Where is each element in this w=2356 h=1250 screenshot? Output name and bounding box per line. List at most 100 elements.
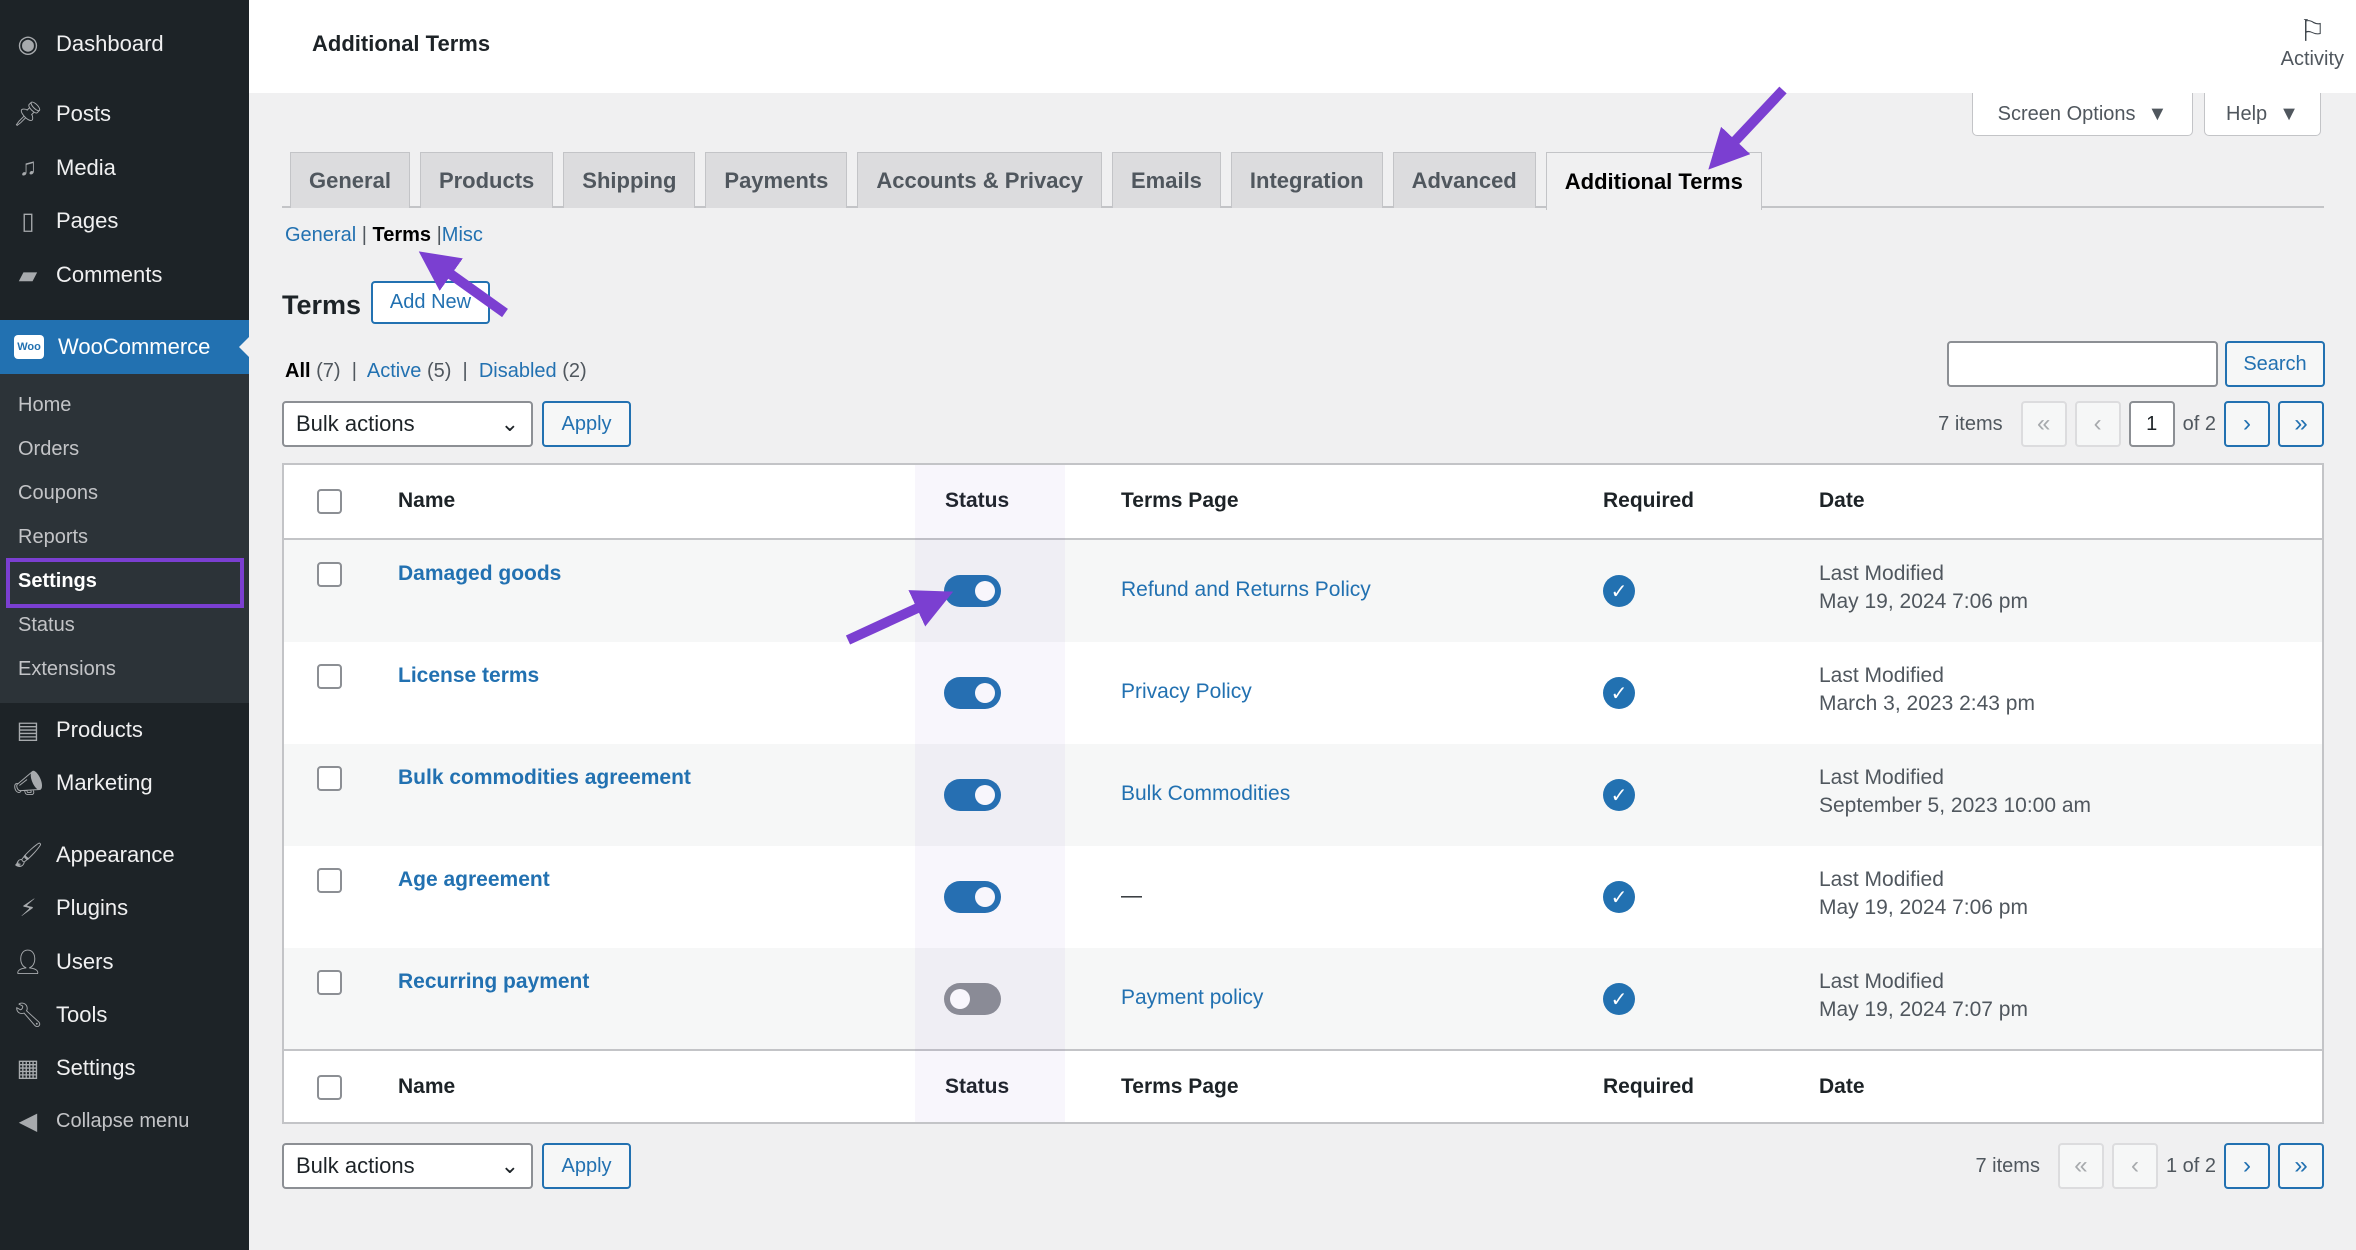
menu-settings[interactable]: ▦ Settings — [0, 1044, 249, 1092]
col-name[interactable]: Name — [398, 1075, 455, 1099]
screen-options-button[interactable]: Screen Options ▼ — [1972, 93, 2193, 136]
menu-pages[interactable]: ▯ Pages — [0, 197, 249, 245]
table-row: Bulk commodities agreement Bulk Commodit… — [284, 744, 2322, 846]
date-label: Last Modified — [1819, 664, 1944, 687]
submenu-extensions[interactable]: Extensions — [18, 658, 116, 681]
menu-tools[interactable]: 🔧︎ Tools — [0, 991, 249, 1039]
term-name-link[interactable]: Damaged goods — [398, 562, 561, 586]
brush-icon: 🖌︎ — [12, 841, 44, 869]
subtab-misc[interactable]: Misc — [442, 224, 483, 246]
tab-products[interactable]: Products — [419, 152, 554, 208]
required-check-icon: ✓ — [1603, 779, 1635, 811]
subtab-general[interactable]: General — [285, 224, 356, 246]
menu-dashboard[interactable]: ◉ Dashboard — [0, 20, 249, 68]
tab-payments[interactable]: Payments — [705, 152, 848, 208]
tab-advanced[interactable]: Advanced — [1392, 152, 1536, 208]
filter-all[interactable]: All — [285, 360, 311, 382]
menu-label: WooCommerce — [58, 334, 211, 359]
items-count: 7 items — [1938, 412, 2003, 435]
current-page-input[interactable]: 1 — [2128, 401, 2175, 447]
pages-icon: ▯ — [21, 207, 35, 235]
menu-users[interactable]: 👤︎ Users — [0, 938, 249, 986]
bulk-actions-select-bottom[interactable]: Bulk actions ⌄ — [282, 1143, 533, 1189]
term-name-link[interactable]: Bulk commodities agreement — [398, 766, 691, 790]
row-checkbox[interactable] — [317, 562, 342, 587]
items-count: 7 items — [1975, 1154, 2040, 1177]
term-name-link[interactable]: Recurring payment — [398, 970, 589, 994]
menu-posts[interactable]: 📌︎ Posts — [0, 90, 249, 138]
collapse-menu[interactable]: ◀ Collapse menu — [0, 1097, 249, 1145]
menu-comments[interactable]: ▰ Comments — [0, 251, 249, 299]
date-label: Last Modified — [1819, 868, 1944, 891]
term-name-link[interactable]: License terms — [398, 664, 539, 688]
submenu-status[interactable]: Status — [18, 614, 75, 637]
add-new-button[interactable]: Add New — [371, 281, 490, 324]
menu-products[interactable]: ▤ Products — [0, 706, 249, 754]
annotation-highlight-box — [6, 558, 244, 608]
date-value: March 3, 2023 2:43 pm — [1819, 692, 2035, 715]
wrench-icon: 🔧︎ — [12, 1001, 44, 1029]
submenu-reports[interactable]: Reports — [18, 526, 88, 549]
first-page-button[interactable]: « — [2057, 1143, 2104, 1189]
annotation-arrow — [1708, 86, 1787, 170]
col-date[interactable]: Date — [1819, 1075, 1865, 1099]
submenu-coupons[interactable]: Coupons — [18, 482, 98, 505]
terms-page-link[interactable]: Bulk Commodities — [1121, 782, 1290, 806]
menu-woocommerce[interactable]: Woo WooCommerce — [0, 320, 249, 374]
search-input[interactable] — [1947, 341, 2218, 387]
tab-shipping[interactable]: Shipping — [563, 152, 696, 208]
row-checkbox[interactable] — [317, 970, 342, 995]
media-icon: ♫ — [19, 154, 37, 181]
terms-page-link: — — [1121, 884, 1142, 907]
menu-plugins[interactable]: ⚡︎ Plugins — [0, 884, 249, 932]
next-page-button[interactable]: › — [2224, 1143, 2270, 1189]
last-page-button[interactable]: » — [2278, 401, 2324, 447]
select-all-checkbox[interactable] — [317, 489, 342, 514]
menu-media[interactable]: ♫ Media — [0, 144, 249, 192]
row-checkbox[interactable] — [317, 868, 342, 893]
date-cell: Last Modified March 3, 2023 2:43 pm — [1819, 662, 2035, 718]
date-cell: Last Modified May 19, 2024 7:07 pm — [1819, 968, 2028, 1024]
tab-accounts-privacy[interactable]: Accounts & Privacy — [857, 152, 1102, 208]
last-page-button[interactable]: » — [2278, 1143, 2324, 1189]
date-label: Last Modified — [1819, 970, 1944, 993]
settings-icon: ▦ — [16, 1054, 40, 1082]
activity-button[interactable]: ⚐ Activity — [2281, 16, 2344, 71]
subtab-terms[interactable]: Terms — [372, 224, 431, 246]
terms-page-link[interactable]: Payment policy — [1121, 986, 1263, 1010]
terms-page-link[interactable]: Refund and Returns Policy — [1121, 578, 1371, 602]
bulk-actions-select[interactable]: Bulk actions ⌄ — [282, 401, 533, 447]
search-button[interactable]: Search — [2225, 341, 2325, 387]
apply-button-bottom[interactable]: Apply — [542, 1143, 631, 1189]
menu-appearance[interactable]: 🖌︎ Appearance — [0, 831, 249, 879]
first-page-button[interactable]: « — [2020, 401, 2067, 447]
menu-marketing[interactable]: 📣︎ Marketing — [0, 759, 249, 807]
pagination-bottom: 7 items « ‹ 1 of 2 › » — [1975, 1143, 2324, 1189]
menu-label: Plugins — [56, 895, 129, 920]
submenu-orders[interactable]: Orders — [18, 438, 79, 461]
terms-page-link[interactable]: Privacy Policy — [1121, 680, 1252, 704]
collapse-icon: ◀ — [18, 1107, 38, 1135]
select-all-checkbox[interactable] — [317, 1075, 342, 1100]
help-button[interactable]: Help ▼ — [2204, 93, 2321, 136]
col-date[interactable]: Date — [1819, 489, 1865, 513]
filter-disabled[interactable]: Disabled — [479, 360, 557, 382]
tab-general[interactable]: General — [290, 152, 410, 208]
apply-button[interactable]: Apply — [542, 401, 631, 447]
prev-page-button[interactable]: ‹ — [2074, 401, 2121, 447]
col-name[interactable]: Name — [398, 489, 455, 513]
term-name-link[interactable]: Age agreement — [398, 868, 550, 892]
submenu-home[interactable]: Home — [18, 394, 71, 417]
filter-active[interactable]: Active — [367, 360, 421, 382]
plug-icon: ⚡︎ — [19, 894, 37, 922]
row-checkbox[interactable] — [317, 664, 342, 689]
menu-label: Settings — [56, 1055, 136, 1080]
tab-emails[interactable]: Emails — [1111, 152, 1221, 208]
next-page-button[interactable]: › — [2224, 401, 2270, 447]
admin-sidebar: ◉ Dashboard 📌︎ Posts ♫ Media ▯ Pages ▰ Commen… — [0, 0, 249, 1250]
row-checkbox[interactable] — [317, 766, 342, 791]
prev-page-button[interactable]: ‹ — [2111, 1143, 2158, 1189]
tab-additional-terms[interactable]: Additional Terms — [1545, 152, 1762, 210]
tab-integration[interactable]: Integration — [1230, 152, 1383, 208]
date-value: May 19, 2024 7:06 pm — [1819, 590, 2028, 613]
